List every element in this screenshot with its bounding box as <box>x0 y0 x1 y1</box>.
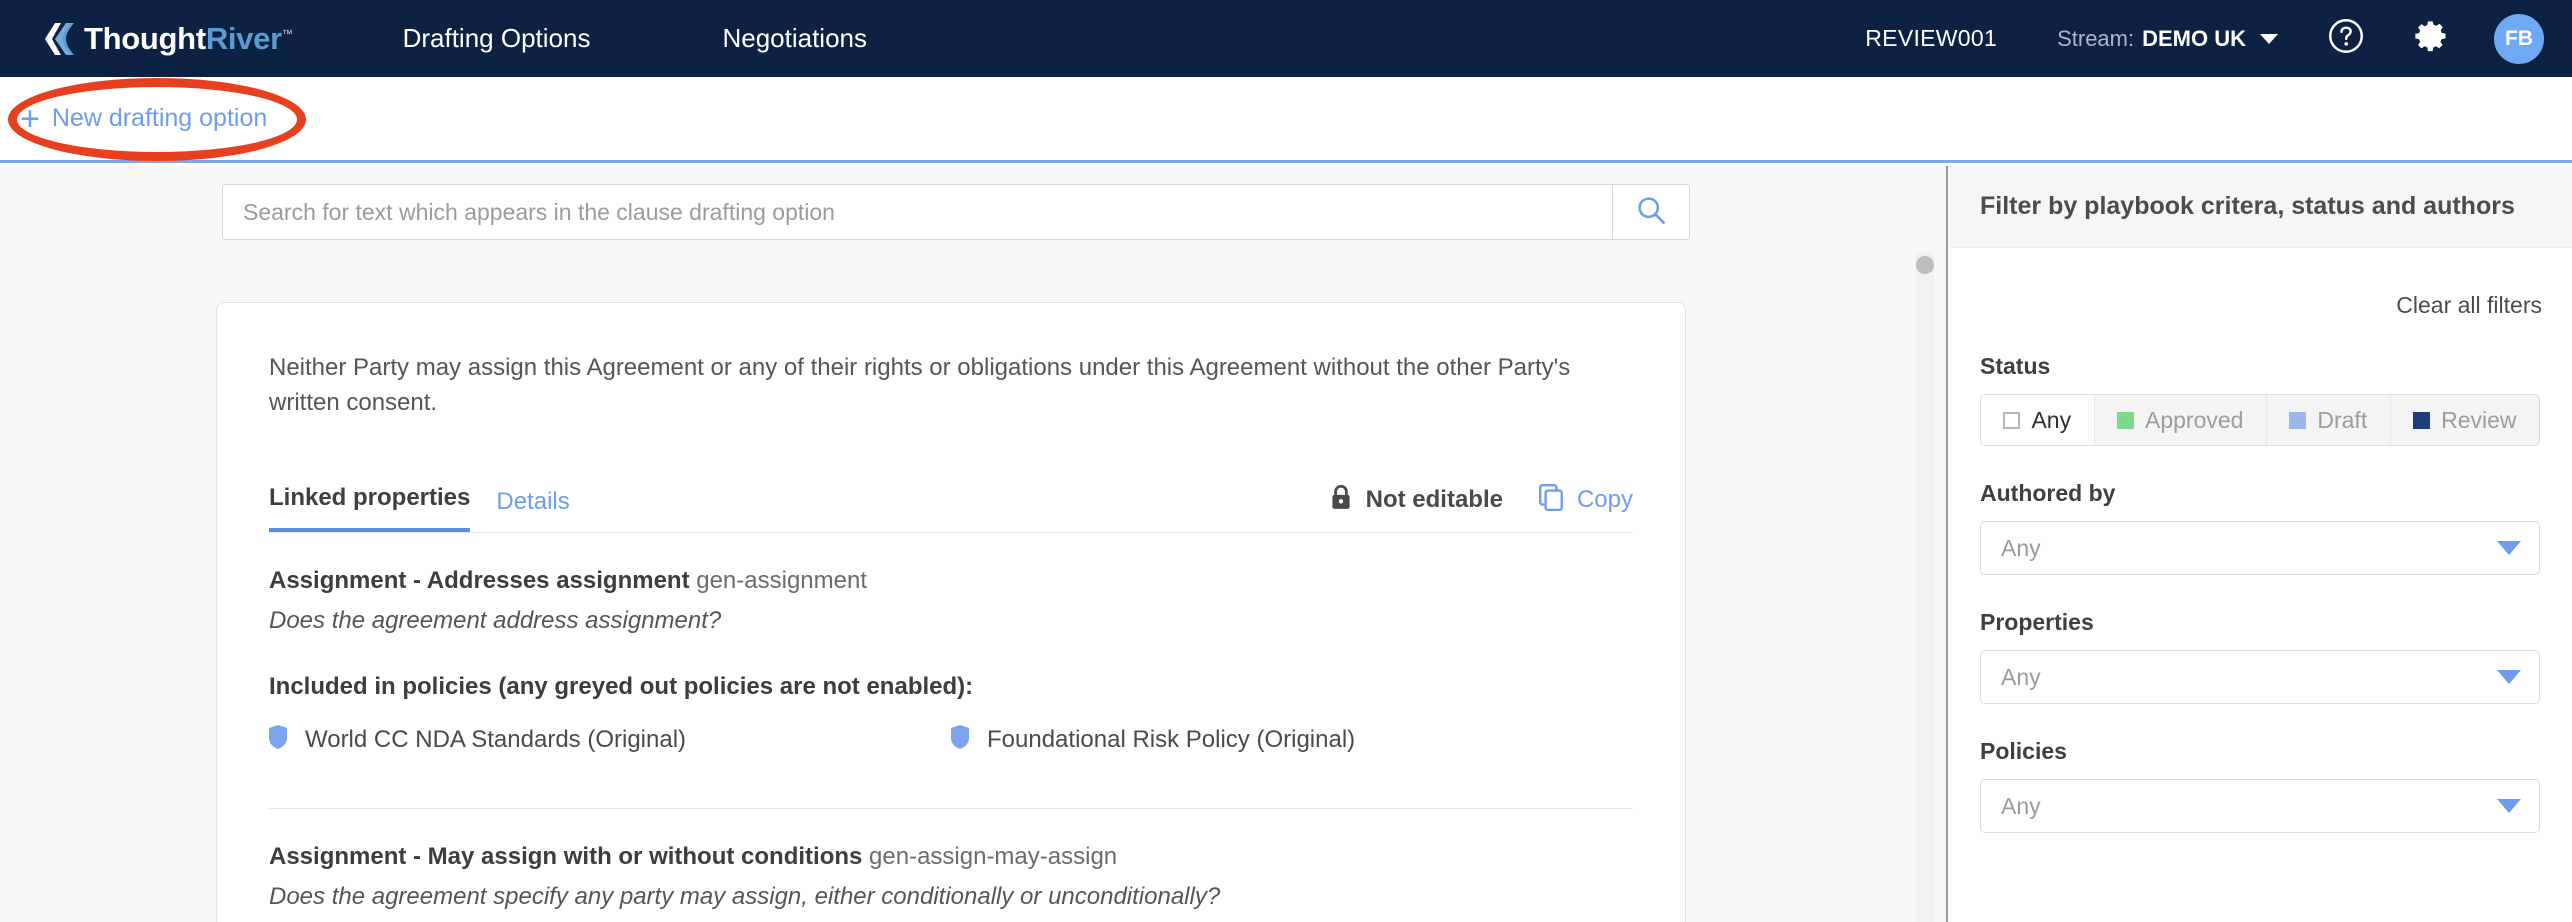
shield-icon <box>269 724 287 756</box>
content-scrollbar-thumb[interactable] <box>1916 256 1934 274</box>
properties-value: Any <box>2001 663 2041 690</box>
status-filter-label: Status <box>1980 353 2051 379</box>
properties-select[interactable]: Any <box>1980 650 2540 704</box>
policy-item[interactable]: Foundational Risk Policy (Original) <box>951 724 1633 756</box>
search-icon <box>1635 194 1667 231</box>
status-toggle-group: Any Approved Draft Review <box>1980 394 2540 446</box>
search-bar <box>222 184 1690 240</box>
authored-by-select[interactable]: Any <box>1980 521 2540 575</box>
status-option-approved[interactable]: Approved <box>2094 395 2267 445</box>
new-drafting-option-label: New drafting option <box>51 104 268 132</box>
not-editable-status: Not editable <box>1328 483 1503 518</box>
authored-by-label: Authored by <box>1980 480 2116 506</box>
status-option-label: Draft <box>2317 406 2368 433</box>
status-option-label: Any <box>2031 406 2072 433</box>
status-option-label: Review <box>2441 406 2517 433</box>
brand-trademark: ™ <box>281 28 293 41</box>
property-name: Assignment - Addresses assignment <box>269 566 690 594</box>
filter-group-status: Status Any Approved Draft Review <box>1980 353 2542 446</box>
copy-label: Copy <box>1576 486 1633 514</box>
status-option-any[interactable]: Any <box>1981 395 2095 445</box>
property-title-row: Assignment - May assign with or without … <box>269 843 1633 871</box>
property-name: Assignment - May assign with or without … <box>269 842 863 870</box>
brand-word-river: River <box>205 21 282 56</box>
not-editable-label: Not editable <box>1365 486 1503 514</box>
new-drafting-option-button[interactable]: + New drafting option <box>20 102 267 136</box>
property-question: Does the agreement specify any party may… <box>269 882 1221 910</box>
chevron-down-icon <box>2497 541 2521 555</box>
clause-text: Neither Party may assign this Agreement … <box>269 354 1571 416</box>
filter-group-policies: Policies Any <box>1980 738 2542 833</box>
page-body: Neither Party may assign this Agreement … <box>0 166 2572 922</box>
brand-logo[interactable]: ThoughtRiver™ <box>38 21 293 57</box>
policies-heading: Included in policies (any greyed out pol… <box>269 672 974 700</box>
primary-nav: Drafting Options Negotiations <box>401 17 869 60</box>
status-swatch-review-icon <box>2413 411 2431 429</box>
stream-label: Stream: <box>2057 25 2135 51</box>
filter-panel-header: Filter by playbook critera, status and a… <box>1948 166 2572 248</box>
tab-details[interactable]: Details <box>496 488 569 532</box>
property-code: gen-assign-may-assign <box>869 842 1118 870</box>
status-option-review[interactable]: Review <box>2390 395 2539 445</box>
policies-value: Any <box>2001 792 2041 819</box>
content-scrollbar-track[interactable] <box>1916 252 1934 922</box>
nav-item-negotiations[interactable]: Negotiations <box>720 17 869 60</box>
filter-panel-title: Filter by playbook critera, status and a… <box>1980 192 2515 220</box>
status-swatch-approved-icon <box>2117 411 2134 429</box>
top-nav-right-cluster: REVIEW001 Stream: DEMO UK FB <box>1865 13 2544 64</box>
avatar-initials: FB <box>2505 26 2533 50</box>
stream-selector[interactable]: Stream: DEMO UK <box>2057 26 2278 52</box>
search-button[interactable] <box>1612 184 1690 240</box>
policies-select[interactable]: Any <box>1980 779 2540 833</box>
plus-icon: + <box>20 99 40 138</box>
thoughtriver-chevron-logo-icon <box>38 21 78 57</box>
chevron-down-icon <box>2260 33 2278 44</box>
linked-property-block: Assignment - Addresses assignment gen-as… <box>269 533 1633 772</box>
user-avatar[interactable]: FB <box>2494 13 2544 64</box>
property-question: Does the agreement address assignment? <box>269 606 722 634</box>
search-input[interactable] <box>222 184 1612 240</box>
filter-panel: Filter by playbook critera, status and a… <box>1946 166 2572 922</box>
lock-icon <box>1328 483 1354 518</box>
policy-label: World CC NDA Standards (Original) <box>305 726 687 754</box>
card-action-group: Not editable Copy <box>1328 483 1633 532</box>
shield-icon <box>951 724 969 756</box>
chevron-down-icon <box>2497 670 2521 684</box>
card-tabs: Linked properties Details Not editable C… <box>269 483 1633 533</box>
action-toolbar: + New drafting option <box>0 77 2572 163</box>
checkbox-icon <box>2003 411 2021 429</box>
help-circle-icon <box>2328 18 2364 59</box>
policies-filter-label: Policies <box>1980 738 2067 764</box>
stream-value: DEMO UK <box>2142 25 2246 51</box>
status-option-draft[interactable]: Draft <box>2266 395 2391 445</box>
brand-wordmark: ThoughtRiver™ <box>84 23 293 54</box>
tab-linked-properties[interactable]: Linked properties <box>269 484 471 532</box>
properties-filter-label: Properties <box>1980 609 2094 635</box>
chevron-down-icon <box>2497 799 2521 813</box>
property-title-row: Assignment - Addresses assignment gen-as… <box>269 567 1633 595</box>
drafting-option-card: Neither Party may assign this Agreement … <box>216 302 1686 922</box>
settings-button[interactable] <box>2414 18 2450 59</box>
copy-button[interactable]: Copy <box>1537 483 1633 518</box>
help-button[interactable] <box>2328 18 2364 59</box>
policy-list: World CC NDA Standards (Original) Founda… <box>269 724 1633 772</box>
linked-property-block: Assignment - May assign with or without … <box>269 807 1633 922</box>
policy-item[interactable]: World CC NDA Standards (Original) <box>269 724 951 756</box>
policy-label: Foundational Risk Policy (Original) <box>987 726 1356 754</box>
authored-by-value: Any <box>2001 534 2041 561</box>
gear-icon <box>2414 18 2450 59</box>
status-swatch-draft-icon <box>2289 411 2307 429</box>
brand-word-thought: Thought <box>84 21 206 56</box>
copy-icon <box>1537 483 1565 518</box>
drafting-options-column: Neither Party may assign this Agreement … <box>0 166 1946 922</box>
top-navigation-bar: ThoughtRiver™ Drafting Options Negotiati… <box>0 0 2572 77</box>
review-id-label: REVIEW001 <box>1865 25 1998 51</box>
property-code: gen-assignment <box>696 566 867 594</box>
status-option-label: Approved <box>2145 406 2244 433</box>
filter-group-properties: Properties Any <box>1980 609 2542 704</box>
filter-group-authored-by: Authored by Any <box>1980 480 2542 575</box>
clear-all-filters-button[interactable]: Clear all filters <box>2396 292 2542 319</box>
nav-item-drafting-options[interactable]: Drafting Options <box>401 17 593 60</box>
clear-filters-row: Clear all filters <box>1948 248 2572 319</box>
